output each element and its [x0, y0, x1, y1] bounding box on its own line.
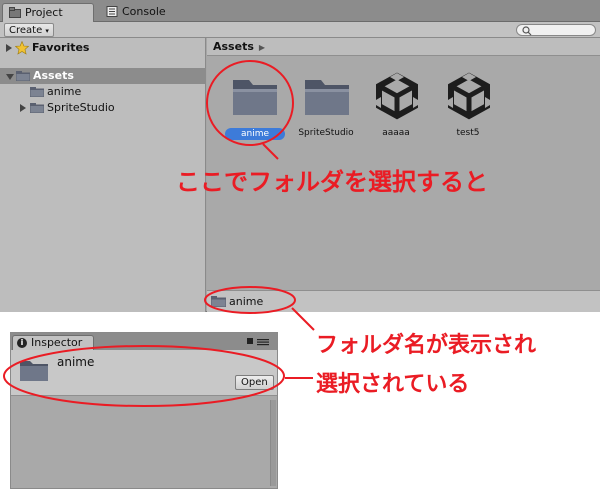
selected-asset-path: anime [229, 295, 264, 308]
window-menu-icon[interactable] [247, 337, 271, 346]
folder-icon [30, 103, 44, 113]
open-button-label: Open [241, 377, 268, 388]
asset-label: anime [225, 128, 285, 140]
breadcrumb: Assets ▶ [207, 38, 600, 56]
inspector-scrollbar[interactable] [270, 400, 276, 486]
tab-console[interactable]: Console [100, 3, 190, 22]
tree-item-label: Favorites [32, 41, 90, 54]
expand-arrow-icon [6, 44, 12, 52]
open-button[interactable]: Open [235, 375, 274, 390]
tree-item-label: anime [47, 85, 82, 98]
inspector-body [11, 396, 277, 488]
tab-project-label: Project [25, 6, 63, 19]
tab-console-label: Console [122, 5, 166, 18]
inspector-window: i Inspector anime Open [10, 332, 278, 489]
tab-project[interactable]: Project [2, 3, 94, 22]
create-button[interactable]: Create ▾ [4, 23, 54, 37]
project-toolbar: Create ▾ [0, 22, 600, 38]
console-tab-icon [106, 6, 118, 17]
inspector-header: anime Open [11, 350, 277, 396]
project-window: Project Console Create ▾ Favorites Asset… [0, 0, 600, 312]
inspector-asset-name: anime [57, 355, 95, 369]
star-icon [15, 41, 29, 55]
asset-item-anime[interactable]: anime [219, 70, 289, 140]
tab-inspector-label: Inspector [31, 336, 83, 349]
unity-logo-icon [376, 72, 418, 120]
folder-icon [305, 80, 349, 115]
folder-icon [16, 71, 30, 81]
collapse-arrow-icon [6, 74, 14, 80]
tree-item-anime[interactable]: anime [0, 84, 206, 100]
breadcrumb-assets[interactable]: Assets [213, 40, 254, 53]
asset-label: test5 [456, 128, 480, 138]
annotation-name-shown-line1: フォルダ名が表示され [316, 333, 537, 358]
asset-item-aaaaa[interactable]: aaaaa [361, 70, 431, 140]
annotation-name-shown-line2: 選択されている [316, 372, 470, 397]
folder-tab-icon [9, 7, 21, 18]
asset-label: aaaaa [382, 128, 410, 138]
folder-icon [20, 361, 48, 381]
annotation-select-folder: ここでフォルダを選択すると [176, 168, 488, 196]
breadcrumb-arrow-icon: ▶ [258, 43, 266, 52]
asset-label: SpriteStudio [298, 128, 354, 138]
inspector-tabbar: i Inspector [11, 333, 277, 350]
folder-icon [211, 296, 226, 307]
asset-path-bar: anime [207, 290, 600, 312]
asset-item-test5[interactable]: test5 [433, 70, 503, 140]
create-button-label: Create [9, 25, 43, 36]
tab-inspector[interactable]: i Inspector [12, 335, 94, 350]
dropdown-arrow-icon: ▾ [45, 27, 49, 35]
folder-icon [30, 87, 44, 97]
folder-icon [233, 80, 277, 115]
search-input[interactable] [516, 24, 596, 36]
tree-item-label: SpriteStudio [47, 101, 115, 114]
tree-item-spritestudio[interactable]: SpriteStudio [0, 100, 206, 116]
tree-item-favorites[interactable]: Favorites [0, 40, 206, 56]
unity-logo-icon [448, 72, 490, 120]
tree-item-assets[interactable]: Assets [0, 68, 206, 84]
info-icon: i [17, 338, 27, 348]
project-tabbar: Project Console [0, 0, 600, 22]
expand-arrow-icon [20, 104, 26, 112]
asset-item-spritestudio[interactable]: SpriteStudio [291, 70, 361, 140]
tree-item-label: Assets [33, 69, 74, 82]
search-icon [522, 26, 532, 36]
